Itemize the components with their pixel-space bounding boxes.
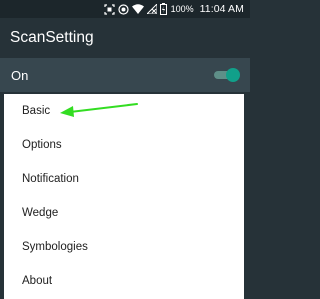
menu-item-notification[interactable]: Notification: [4, 162, 244, 196]
status-bar: 100% 11:04 AM: [0, 0, 250, 18]
app-bar: ScanSetting: [0, 18, 250, 58]
toggle-thumb: [226, 68, 240, 82]
menu-item-basic[interactable]: Basic: [4, 94, 244, 128]
master-switch-bar[interactable]: On: [0, 58, 250, 92]
master-switch-label: On: [11, 67, 29, 83]
menu-item-label: Symbologies: [22, 241, 88, 253]
menu-item-label: Options: [22, 139, 62, 151]
menu-item-label: Basic: [22, 105, 51, 117]
menu-item-wedge[interactable]: Wedge: [4, 196, 244, 230]
scan-icon: [103, 3, 115, 15]
battery-percent: 100%: [170, 4, 194, 14]
page-title: ScanSetting: [10, 29, 94, 46]
master-switch-toggle[interactable]: [212, 68, 240, 82]
status-clock: 11:04 AM: [199, 3, 244, 15]
no-sim-icon: [146, 3, 157, 15]
settings-menu: Basic Options Notification Wedge Symbolo…: [4, 94, 244, 299]
target-icon: [117, 3, 129, 15]
wifi-icon: [131, 3, 144, 15]
menu-item-symbologies[interactable]: Symbologies: [4, 230, 244, 264]
menu-item-options[interactable]: Options: [4, 128, 244, 162]
menu-item-about[interactable]: About: [4, 264, 244, 298]
menu-item-label: Notification: [22, 173, 79, 185]
menu-item-label: Wedge: [22, 207, 59, 219]
menu-item-label: About: [22, 275, 53, 287]
battery-icon: [159, 3, 167, 15]
